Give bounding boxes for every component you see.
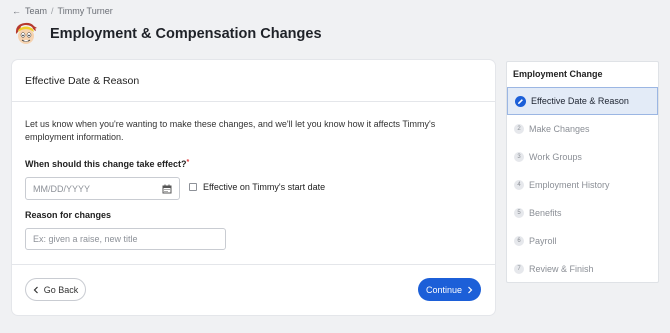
effective-date-label-text: When should this change take effect? <box>25 159 187 169</box>
step-label: Work Groups <box>529 152 582 162</box>
required-mark: * <box>186 159 190 166</box>
breadcrumb-separator: / <box>51 6 54 16</box>
breadcrumb-team-link[interactable]: Team <box>25 6 47 16</box>
step-make-changes[interactable]: 2 Make Changes <box>507 115 658 143</box>
step-review-finish[interactable]: 7 Review & Finish <box>507 255 658 283</box>
go-back-button[interactable]: Go Back <box>25 278 86 301</box>
steps-panel: Employment Change Effective Date & Reaso… <box>506 61 659 283</box>
step-effective-date[interactable]: Effective Date & Reason <box>507 87 658 115</box>
start-date-checkbox-row[interactable]: Effective on Timmy's start date <box>189 182 325 192</box>
intro-text: Let us know when you're wanting to make … <box>25 119 436 142</box>
effective-date-label: When should this change take effect?* <box>25 159 189 169</box>
continue-button[interactable]: Continue <box>418 278 481 301</box>
reason-label: Reason for changes <box>25 210 112 220</box>
steps-title: Employment Change <box>513 69 603 79</box>
step-label: Effective Date & Reason <box>531 96 629 106</box>
step-label: Employment History <box>529 180 610 190</box>
step-number: 4 <box>514 180 524 190</box>
effective-date-card: Effective Date & Reason Let us know when… <box>12 60 495 315</box>
step-work-groups[interactable]: 3 Work Groups <box>507 143 658 171</box>
chevron-left-icon <box>33 286 38 293</box>
step-number: 3 <box>514 152 524 162</box>
start-date-checkbox-label[interactable]: Effective on Timmy's start date <box>203 182 325 192</box>
card-title: Effective Date & Reason <box>12 60 495 102</box>
effective-date-input[interactable]: MM/DD/YYYY <box>25 177 180 200</box>
back-arrow-icon[interactable]: ← <box>12 6 21 16</box>
step-number: 5 <box>514 208 524 218</box>
step-number: 2 <box>514 124 524 134</box>
breadcrumb: ← Team / Timmy Turner <box>12 6 113 16</box>
avatar <box>12 20 40 48</box>
card-divider <box>12 264 495 265</box>
reason-placeholder: Ex: given a raise, new title <box>33 234 138 244</box>
page-title: Employment & Compensation Changes <box>50 26 322 42</box>
step-employment-history[interactable]: 4 Employment History <box>507 171 658 199</box>
step-number: 7 <box>514 264 524 274</box>
avatar-image <box>15 22 37 44</box>
step-benefits[interactable]: 5 Benefits <box>507 199 658 227</box>
step-label: Benefits <box>529 208 562 218</box>
calendar-icon[interactable] <box>162 184 172 194</box>
step-label: Payroll <box>529 236 557 246</box>
start-date-checkbox[interactable] <box>189 183 197 191</box>
breadcrumb-current: Timmy Turner <box>57 6 113 16</box>
chevron-right-icon <box>468 286 473 293</box>
step-payroll[interactable]: 6 Payroll <box>507 227 658 255</box>
step-label: Review & Finish <box>529 264 594 274</box>
go-back-label: Go Back <box>43 284 79 295</box>
page-header: Employment & Compensation Changes <box>12 20 322 48</box>
date-placeholder: MM/DD/YYYY <box>33 183 91 194</box>
step-number: 6 <box>514 236 524 246</box>
step-label: Make Changes <box>529 124 590 134</box>
continue-label: Continue <box>425 284 463 295</box>
reason-input[interactable]: Ex: given a raise, new title <box>25 228 226 250</box>
pencil-icon <box>515 95 526 107</box>
